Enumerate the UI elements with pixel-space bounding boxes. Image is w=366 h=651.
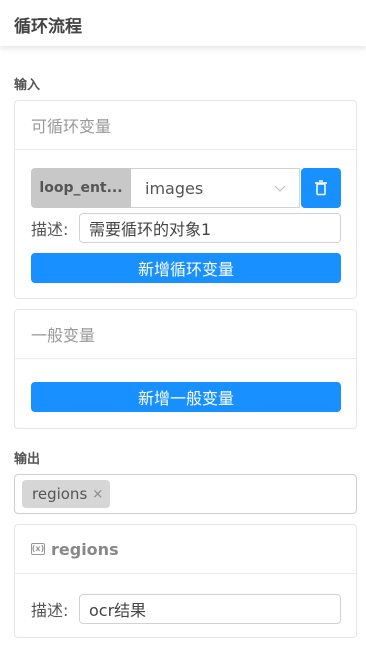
- output-chip: regions ×: [22, 480, 111, 508]
- variable-icon: (x): [31, 543, 45, 555]
- loop-vars-card: 可循环变量 loop_ent... images 描述: 需要循环的对象1 新增…: [14, 100, 357, 299]
- loop-var-select[interactable]: images: [131, 168, 300, 208]
- loop-var-row: loop_ent... images: [31, 168, 341, 208]
- general-vars-card: 一般变量 新增一般变量: [14, 309, 357, 429]
- output-var-desc-label: 描述:: [31, 601, 69, 620]
- page-title: 循环流程: [14, 17, 82, 37]
- output-var-header: (x) regions: [15, 525, 356, 574]
- general-vars-title: 一般变量: [15, 310, 356, 359]
- loop-var-desc-row: 描述: 需要循环的对象1: [31, 213, 341, 243]
- page-header: 循环流程: [0, 0, 366, 46]
- input-section-label: 输入: [14, 78, 41, 93]
- add-general-var-button[interactable]: 新增一般变量: [31, 382, 341, 412]
- output-section-label: 输出: [14, 452, 41, 467]
- output-var-desc-input[interactable]: ocr结果: [79, 594, 341, 624]
- output-select[interactable]: regions ×: [14, 474, 357, 514]
- chevron-down-icon: [274, 185, 286, 192]
- chip-close-icon[interactable]: ×: [92, 487, 103, 502]
- delete-loop-var-button[interactable]: [301, 168, 341, 208]
- trash-icon: [315, 180, 327, 196]
- loop-var-select-value: images: [145, 178, 204, 198]
- output-var-desc-row: 描述: ocr结果: [31, 594, 341, 624]
- loop-var-name-tag: loop_ent...: [31, 168, 131, 208]
- loop-var-desc-input[interactable]: 需要循环的对象1: [79, 213, 341, 243]
- loop-var-desc-label: 描述:: [31, 220, 69, 239]
- output-var-card: (x) regions 描述: ocr结果: [14, 524, 357, 638]
- output-chip-label: regions: [32, 485, 88, 503]
- loop-vars-title: 可循环变量: [15, 101, 356, 150]
- output-var-title: regions: [51, 539, 119, 559]
- add-loop-var-button[interactable]: 新增循环变量: [31, 253, 341, 283]
